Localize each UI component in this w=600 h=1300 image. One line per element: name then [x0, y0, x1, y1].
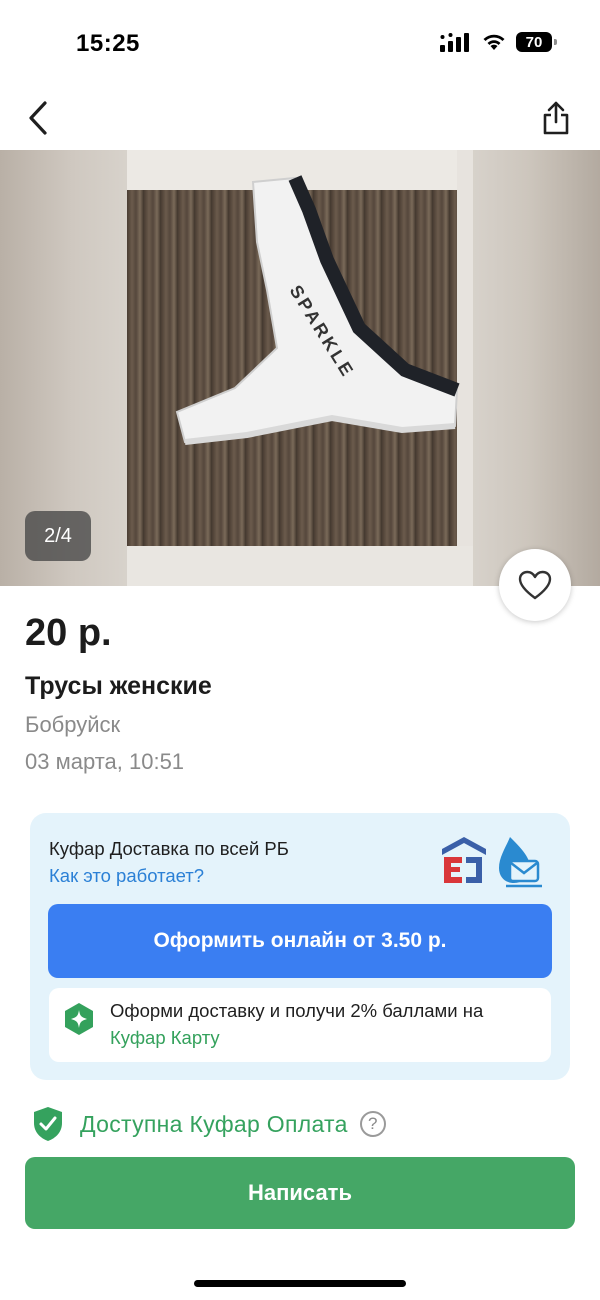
share-icon — [543, 101, 569, 135]
chevron-left-icon — [29, 101, 47, 135]
write-message-button[interactable]: Написать — [25, 1157, 575, 1229]
share-button[interactable] — [536, 94, 576, 142]
payment-label: Доступна Куфар Оплата — [80, 1110, 348, 1137]
listing-date: 03 марта, 10:51 — [25, 749, 185, 774]
listing-city: Бобруйск — [25, 712, 121, 737]
payment-available-row: Доступна Куфар Оплата ? — [32, 1104, 386, 1144]
promo-text: Оформи доставку и получи 2% баллами на — [110, 1000, 484, 1021]
help-icon[interactable]: ? — [359, 1111, 386, 1137]
home-indicator — [194, 1280, 406, 1287]
europost-logo-icon — [442, 837, 486, 883]
price: 20 р. — [25, 612, 112, 654]
garment-illustration: SPARKLE — [175, 175, 460, 445]
heart-icon — [518, 570, 552, 600]
back-button[interactable] — [18, 94, 58, 142]
how-it-works-link[interactable]: Как это работает? — [49, 865, 204, 887]
star-badge-icon — [65, 1003, 93, 1035]
order-online-button[interactable]: Оформить онлайн от 3.50 р. — [48, 904, 552, 978]
kufar-card-link[interactable]: Куфар Карту — [110, 1027, 220, 1049]
status-icons: 70 — [440, 32, 557, 52]
battery-indicator: 70 — [516, 32, 557, 52]
cellular-signal-icon — [440, 33, 469, 52]
battery-level: 70 — [525, 33, 543, 51]
listing-photo: SPARKLE — [127, 150, 473, 586]
belpost-logo-icon — [499, 837, 542, 888]
delivery-card: Куфар Доставка по всей РБ Как это работа… — [30, 813, 570, 1080]
listing-title: Трусы женские — [25, 672, 212, 700]
delivery-title: Куфар Доставка по всей РБ — [49, 838, 289, 859]
favorite-button[interactable] — [499, 549, 571, 621]
nav-bar — [0, 90, 600, 148]
shield-check-icon — [34, 1107, 62, 1141]
status-time: 15:25 — [76, 30, 140, 57]
promo-banner: Оформи доставку и получи 2% баллами на К… — [49, 988, 551, 1062]
status-bar: 15:25 70 — [0, 0, 600, 90]
photo-counter: 2/4 — [25, 511, 91, 561]
wifi-icon — [483, 34, 505, 50]
